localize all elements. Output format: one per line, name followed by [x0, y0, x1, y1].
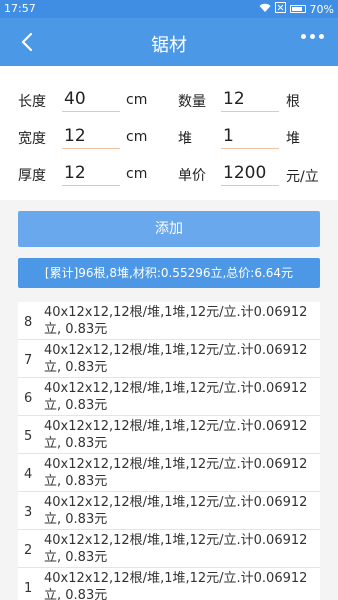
more-dot-icon	[301, 34, 306, 39]
list-item[interactable]: 4 40x12x12,12根/堆,1堆,12元/立.计0.06912立, 0.8…	[18, 454, 320, 492]
more-menu-button[interactable]	[301, 34, 324, 39]
thickness-label: 厚度	[18, 168, 46, 184]
more-dot-icon	[310, 34, 315, 39]
list-item[interactable]: 2 40x12x12,12根/堆,1堆,12元/立.计0.06912立, 0.8…	[18, 530, 320, 568]
quantity-unit: 根	[286, 94, 300, 110]
status-icons: 70%	[259, 2, 334, 16]
quantity-field[interactable]	[221, 86, 279, 112]
record-list[interactable]: 8 40x12x12,12根/堆,1堆,12元/立.计0.06912立, 0.8…	[18, 302, 320, 600]
thickness-unit: cm	[126, 166, 148, 182]
list-item-index: 6	[24, 391, 33, 406]
list-item[interactable]: 5 40x12x12,12根/堆,1堆,12元/立.计0.06912立, 0.8…	[18, 416, 320, 454]
status-time: 17:57	[4, 2, 36, 15]
battery-icon	[289, 5, 306, 13]
summary-banner: [累计]96根,8堆,材积:0.55296立,总价:6.64元	[18, 258, 320, 288]
wifi-icon	[259, 3, 271, 16]
list-item-text: 40x12x12,12根/堆,1堆,12元/立.计0.06912立, 0.83元	[44, 495, 308, 527]
price-field[interactable]	[221, 160, 279, 186]
list-item-index: 1	[24, 581, 33, 596]
list-item[interactable]: 7 40x12x12,12根/堆,1堆,12元/立.计0.06912立, 0.8…	[18, 340, 320, 378]
list-item-index: 4	[24, 467, 33, 482]
length-label: 长度	[18, 94, 46, 110]
length-field[interactable]	[62, 86, 120, 112]
list-item-index: 7	[24, 353, 33, 368]
list-item-text: 40x12x12,12根/堆,1堆,12元/立.计0.06912立, 0.83元	[44, 381, 308, 413]
stacks-unit: 堆	[286, 131, 300, 147]
list-item-text: 40x12x12,12根/堆,1堆,12元/立.计0.06912立, 0.83元	[44, 533, 308, 565]
list-item[interactable]: 3 40x12x12,12根/堆,1堆,12元/立.计0.06912立, 0.8…	[18, 492, 320, 530]
list-item-index: 2	[24, 543, 33, 558]
page-title: 锯材	[151, 35, 187, 56]
width-label: 宽度	[18, 131, 46, 147]
list-item[interactable]: 6 40x12x12,12根/堆,1堆,12元/立.计0.06912立, 0.8…	[18, 378, 320, 416]
list-item-text: 40x12x12,12根/堆,1堆,12元/立.计0.06912立, 0.83元	[44, 419, 308, 451]
no-sim-icon	[274, 2, 286, 16]
list-item[interactable]: 8 40x12x12,12根/堆,1堆,12元/立.计0.06912立, 0.8…	[18, 302, 320, 340]
list-item-index: 8	[24, 315, 33, 330]
input-form: 长度 cm 数量 根 宽度 cm 堆 堆 厚度 cm 单价 元/立	[0, 66, 338, 200]
battery-level: 70%	[309, 2, 334, 16]
list-item-index: 3	[24, 505, 33, 520]
list-item-text: 40x12x12,12根/堆,1堆,12元/立.计0.06912立, 0.83元	[44, 343, 308, 375]
price-label: 单价	[178, 168, 206, 184]
thickness-field[interactable]	[62, 160, 120, 186]
price-unit: 元/立	[286, 169, 319, 185]
list-item[interactable]: 1 40x12x12,12根/堆,1堆,12元/立.计0.06912立, 0.8…	[18, 568, 320, 600]
stacks-field[interactable]	[221, 123, 279, 149]
width-unit: cm	[126, 129, 148, 145]
app-bar: 锯材	[0, 18, 338, 66]
more-dot-icon	[319, 34, 324, 39]
list-item-text: 40x12x12,12根/堆,1堆,12元/立.计0.06912立, 0.83元	[44, 571, 308, 600]
length-unit: cm	[126, 92, 148, 108]
quantity-label: 数量	[178, 94, 206, 110]
list-item-text: 40x12x12,12根/堆,1堆,12元/立.计0.06912立, 0.83元	[44, 457, 308, 489]
width-field[interactable]	[62, 123, 120, 149]
stacks-label: 堆	[178, 131, 192, 147]
status-bar: 17:57 70%	[0, 0, 338, 18]
list-item-text: 40x12x12,12根/堆,1堆,12元/立.计0.06912立, 0.83元	[44, 305, 308, 337]
list-item-index: 5	[24, 429, 33, 444]
add-button[interactable]: 添加	[18, 211, 320, 247]
